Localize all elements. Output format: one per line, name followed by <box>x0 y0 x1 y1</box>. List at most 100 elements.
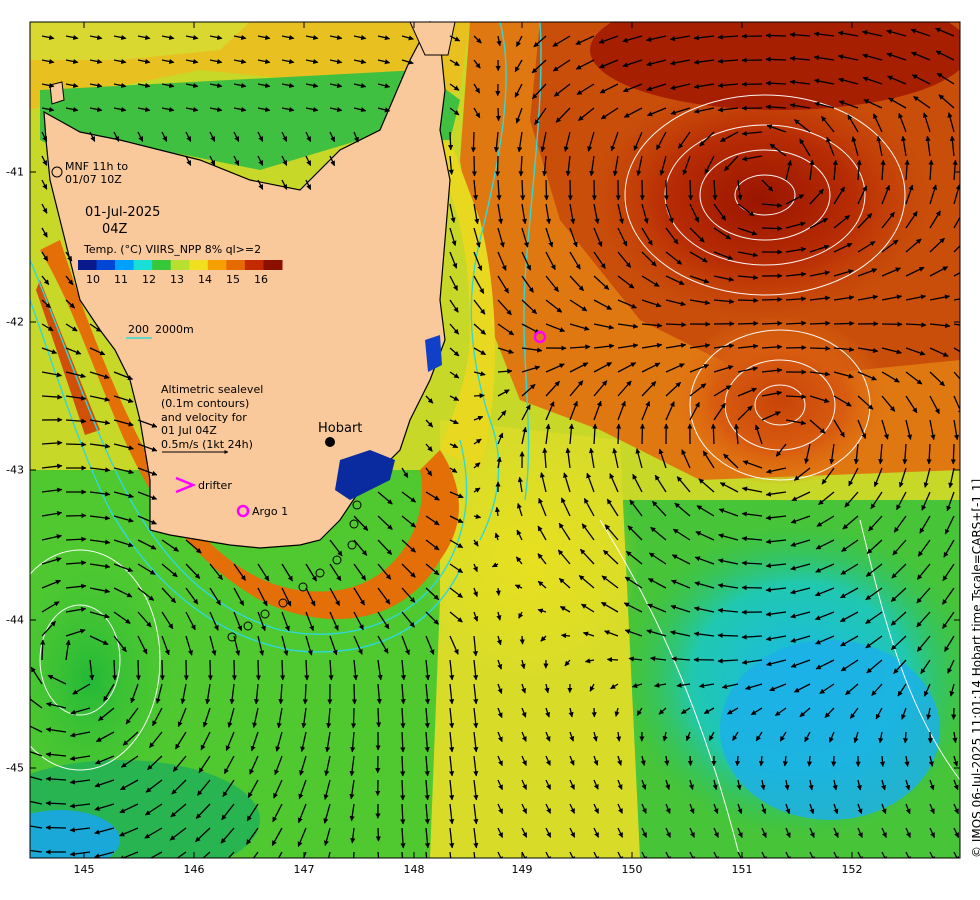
velocity-arrow <box>765 32 787 39</box>
velocity-arrow <box>761 320 783 326</box>
argo-label: Argo 1 <box>252 505 289 518</box>
x-tick-148: 148 <box>403 863 425 876</box>
velocity-arrow <box>519 635 525 645</box>
velocity-arrow <box>761 225 783 232</box>
velocity-arrow <box>927 731 933 744</box>
y-tick-45: -45 <box>6 761 24 775</box>
velocity-arrow <box>785 345 807 351</box>
velocity-arrow <box>159 659 165 681</box>
credit-side-label: © IMOS 06-Jul-2025 11:01:14 Hobart time … <box>970 478 980 858</box>
velocity-arrow <box>806 755 813 767</box>
x-tick-149: 149 <box>511 863 533 876</box>
velocity-arrow <box>45 825 67 831</box>
colorbar-segment <box>189 260 209 270</box>
y-tick-42: -42 <box>6 315 24 329</box>
velocity-arrow <box>447 131 454 151</box>
colorbar-tick-15: 15 <box>226 273 240 286</box>
velocity-arrow <box>761 296 783 303</box>
velocity-arrow <box>879 755 886 767</box>
sst-map <box>29 20 961 859</box>
velocity-arrow <box>663 179 669 201</box>
y-tick-44: -44 <box>6 613 24 627</box>
velocity-arrow <box>831 755 837 767</box>
colorbar-segment <box>78 260 98 270</box>
map-time: 04Z <box>102 222 128 237</box>
velocity-arrow <box>639 423 645 445</box>
velocity-arrow <box>351 683 358 705</box>
velocity-arrow <box>495 587 501 596</box>
velocity-arrow <box>665 322 687 328</box>
velocity-arrow <box>520 179 526 201</box>
velocity-arrow <box>400 779 406 801</box>
velocity-arrow <box>951 707 957 720</box>
sst-map-figure: 145 146 147 148 149 150 151 152 -41 -42 … <box>0 0 980 900</box>
colorbar <box>78 260 283 270</box>
velocity-arrow <box>470 131 477 153</box>
velocity-arrow <box>741 585 763 591</box>
x-tick-147: 147 <box>293 863 315 876</box>
mooring-label-1: MNF 11h to <box>65 160 129 173</box>
velocity-arrow <box>737 320 759 327</box>
x-tick-146: 146 <box>183 863 205 876</box>
velocity-arrow <box>135 659 142 681</box>
colorbar-tick-14: 14 <box>198 273 212 286</box>
velocity-arrow <box>255 659 262 681</box>
x-tick-152: 152 <box>841 863 863 876</box>
colorbar-segment <box>152 260 172 270</box>
velocity-arrow <box>400 755 406 777</box>
colorbar-segment <box>115 260 135 270</box>
velocity-arrow <box>687 179 694 201</box>
velocity-arrow <box>950 443 956 465</box>
colorbar-segment <box>96 260 116 270</box>
x-tick-145: 145 <box>73 863 95 876</box>
velocity-arrow <box>809 345 831 352</box>
colorbar-segment <box>244 260 264 270</box>
velocity-arrow <box>302 683 308 705</box>
colorbar-tick-12: 12 <box>142 273 156 286</box>
velocity-arrow <box>734 755 741 767</box>
velocity-arrow <box>687 755 693 767</box>
velocity-arrow <box>809 320 831 326</box>
velocity-arrow <box>65 513 87 519</box>
velocity-arrow <box>710 423 716 445</box>
velocity-arrow <box>350 707 357 729</box>
velocity-arrow <box>495 107 501 122</box>
velocity-arrow <box>231 659 237 681</box>
hobart-marker <box>325 437 335 447</box>
velocity-arrow <box>902 731 909 744</box>
velocity-arrow <box>65 441 87 448</box>
colorbar-segment <box>133 260 153 270</box>
velocity-arrow <box>375 827 381 842</box>
velocity-arrow <box>207 659 213 681</box>
colorbar-tick-10: 10 <box>86 273 100 286</box>
drifter-label: drifter <box>198 479 232 492</box>
x-tick-150: 150 <box>621 863 643 876</box>
mooring-label-2: 01/07 10Z <box>65 173 122 186</box>
velocity-arrow <box>606 657 619 663</box>
velocity-arrow <box>280 659 286 681</box>
velocity-arrow <box>471 155 477 177</box>
y-tick-43: -43 <box>6 463 24 477</box>
isobath-legend-200: 200 <box>128 323 149 336</box>
sealevel-note: Altimetric sealevel (0.1m contours) and … <box>161 383 264 451</box>
velocity-arrow <box>473 393 485 399</box>
velocity-arrow <box>376 707 382 728</box>
velocity-arrow <box>717 632 739 639</box>
velocity-arrow <box>495 155 501 177</box>
colorbar-tick-16: 16 <box>254 273 268 286</box>
velocity-arrow <box>765 56 787 62</box>
colorbar-title: Temp. (°C) VIIRS_NPP 8% ql>=2 <box>84 243 262 256</box>
x-tick-151: 151 <box>731 863 753 876</box>
velocity-arrow <box>616 423 622 445</box>
colorbar-tick-11: 11 <box>114 273 128 286</box>
velocity-arrow <box>833 320 855 327</box>
velocity-arrow <box>543 179 550 201</box>
map-date: 01-Jul-2025 <box>85 205 161 220</box>
velocity-arrow <box>40 639 46 661</box>
velocity-arrow <box>560 633 571 639</box>
colorbar-segment <box>170 260 190 270</box>
colorbar-segment <box>226 260 246 270</box>
colorbar-segment <box>207 260 227 270</box>
city-label-hobart: Hobart <box>318 421 363 436</box>
velocity-arrow <box>352 851 355 858</box>
